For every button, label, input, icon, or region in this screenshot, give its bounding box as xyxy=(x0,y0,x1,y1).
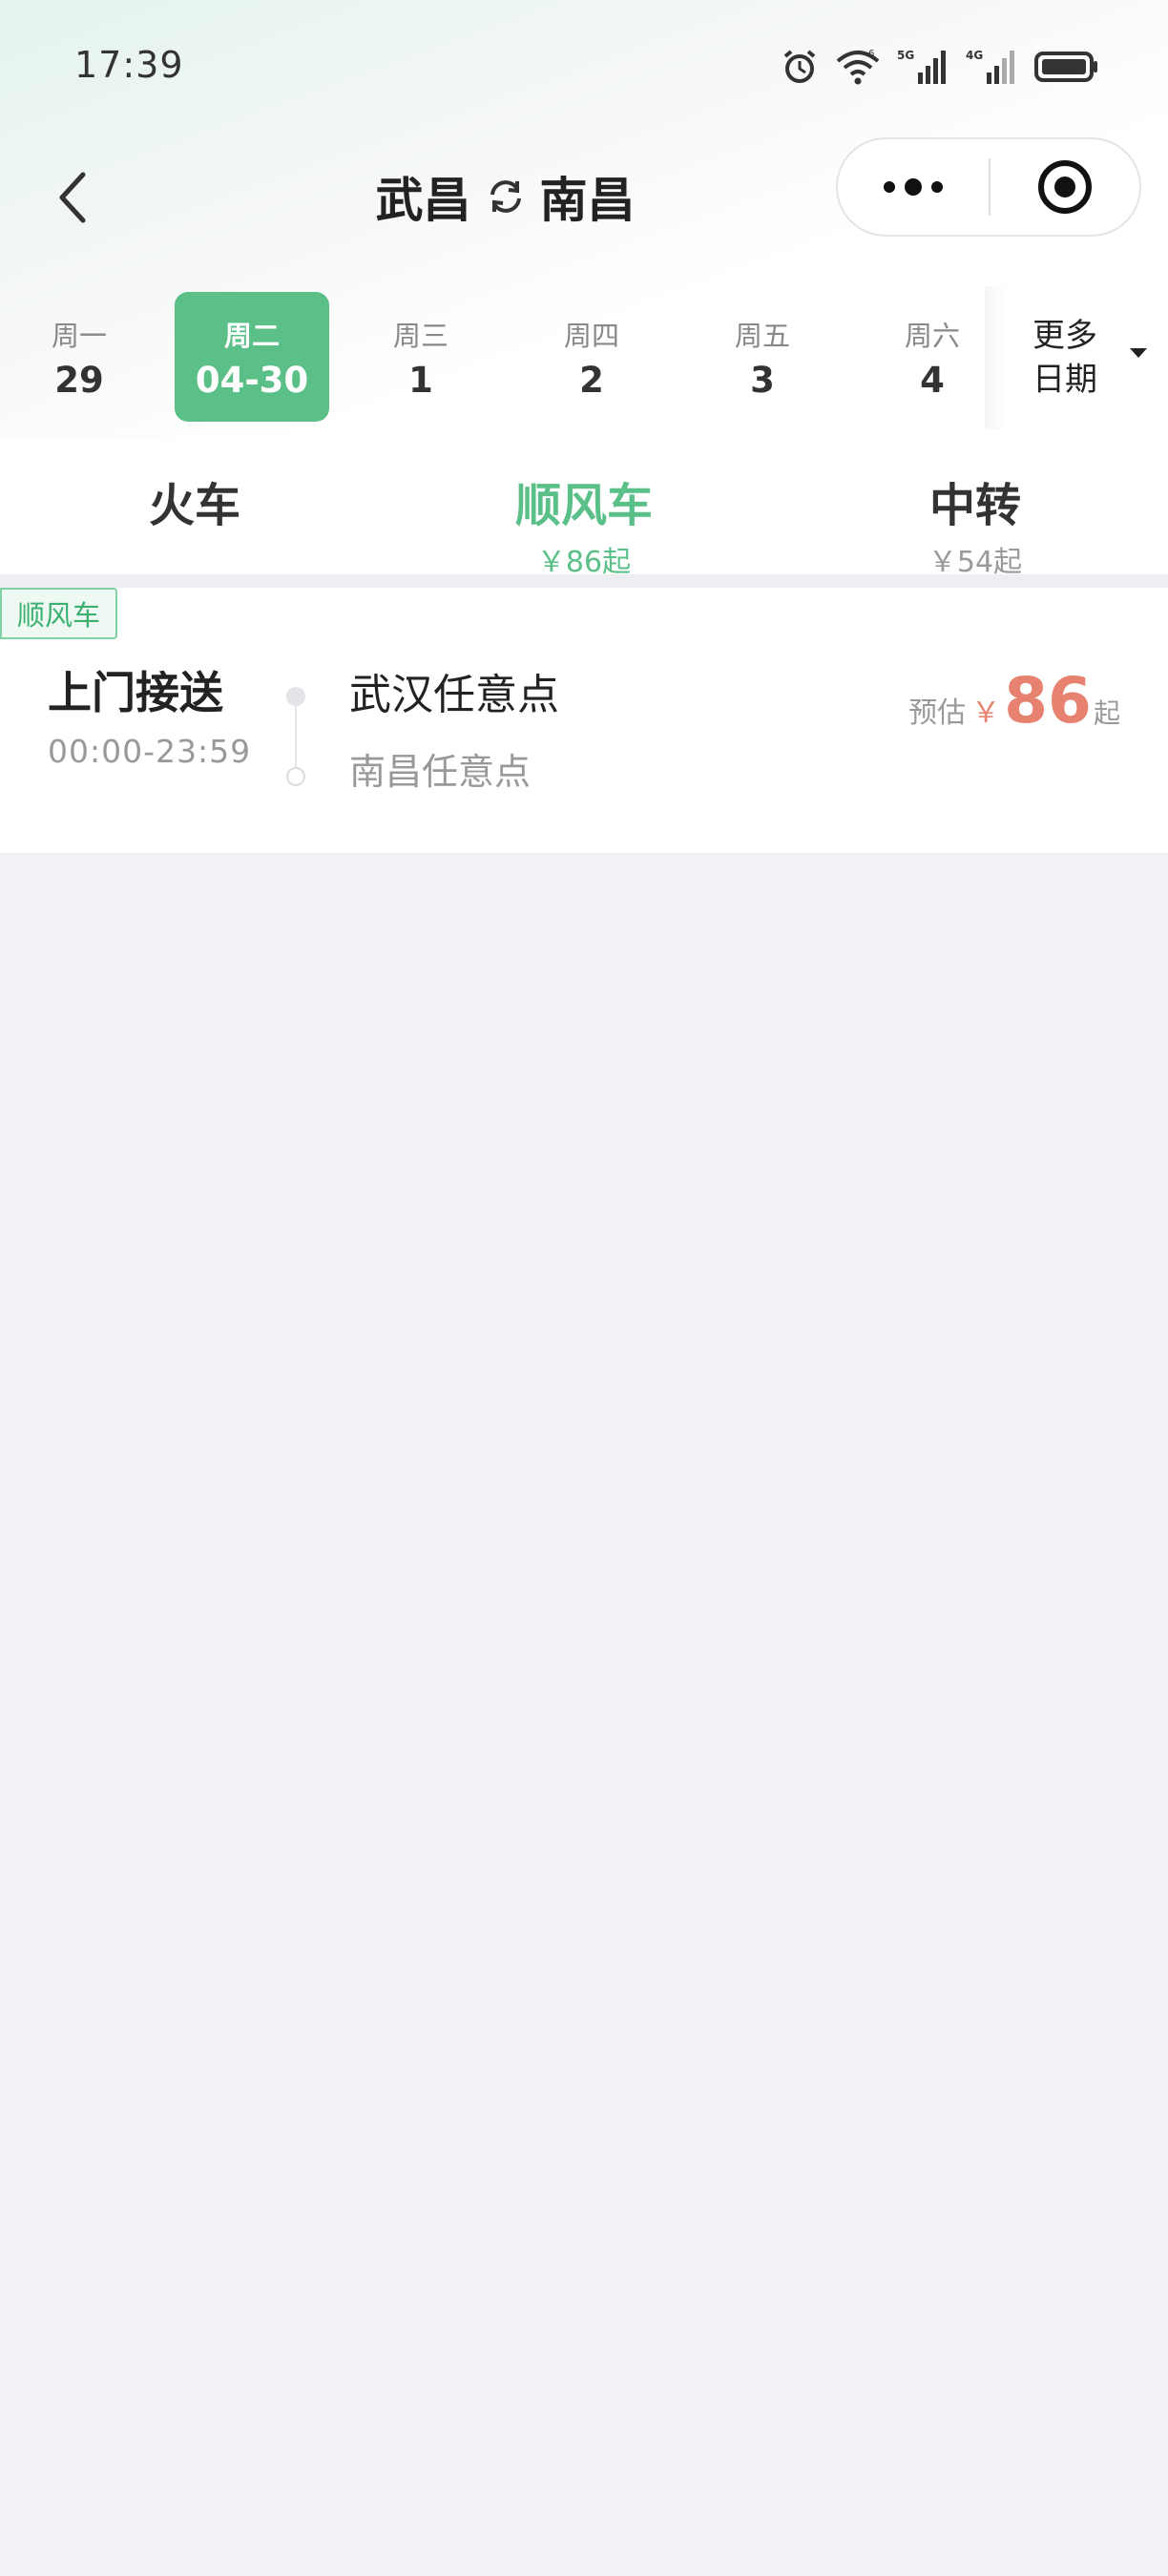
date-item-3[interactable]: 周四 2 xyxy=(514,292,669,422)
route-start-dot xyxy=(286,687,305,706)
sim1-badge: 5G xyxy=(897,49,914,62)
from-city: 武昌 xyxy=(375,173,471,228)
to-city: 南昌 xyxy=(539,173,636,228)
section-separator xyxy=(0,574,1168,588)
date-item-4[interactable]: 周五 3 xyxy=(685,292,840,422)
wifi-icon: 6 xyxy=(836,49,880,85)
price-prefix: 预估 xyxy=(908,696,967,730)
date-day: 04-30 xyxy=(195,359,309,401)
date-item-1[interactable]: 周二 04-30 xyxy=(175,292,329,422)
more-dates-button[interactable]: 更多 日期 xyxy=(985,286,1168,429)
date-weekday: 周五 xyxy=(734,319,790,352)
tab-label: 火车 xyxy=(148,479,240,532)
date-weekday: 周一 xyxy=(51,319,107,352)
route-end-dot xyxy=(286,767,305,786)
wifi-badge: 6 xyxy=(868,49,874,59)
nav-bar: 武昌 南昌 xyxy=(0,134,1168,258)
more-button[interactable] xyxy=(838,139,989,235)
price-value: 86 xyxy=(1004,664,1092,737)
more-dates-label: 更多 日期 xyxy=(1032,314,1118,402)
price-currency: ￥ xyxy=(971,696,1001,730)
date-weekday: 周六 xyxy=(904,319,960,352)
date-weekday: 周四 xyxy=(563,319,619,352)
date-item-0[interactable]: 周一 29 xyxy=(2,292,156,422)
more-dates-line1: 更多 xyxy=(1032,317,1097,355)
signal-5g-icon: 5G xyxy=(897,49,946,84)
tab-label: 顺风车 xyxy=(514,479,653,532)
route-to: 南昌任意点 xyxy=(349,751,532,793)
date-day: 1 xyxy=(408,359,433,401)
more-dots-icon xyxy=(884,178,943,196)
close-miniapp-button[interactable] xyxy=(991,139,1139,235)
date-day: 29 xyxy=(54,359,104,401)
date-day: 3 xyxy=(750,359,775,401)
status-bar: 17:39 6 5G 4G xyxy=(0,0,1168,134)
miniapp-capsule xyxy=(836,137,1141,237)
signal-4g-icon: 4G xyxy=(966,49,1014,84)
route-line xyxy=(295,704,297,769)
tab-train[interactable]: 火车 xyxy=(52,467,338,534)
date-day: 4 xyxy=(920,359,945,401)
caret-down-icon xyxy=(1130,348,1147,358)
transport-tabs: 火车 顺风车 ￥86起 中转 ￥54起 xyxy=(0,439,1168,593)
date-weekday: 周三 xyxy=(392,319,448,352)
tab-transfer[interactable]: 中转 ￥54起 xyxy=(832,467,1118,580)
status-icons: 6 5G 4G xyxy=(781,46,1099,88)
date-item-2[interactable]: 周三 1 xyxy=(344,292,498,422)
carpool-tag: 顺风车 xyxy=(0,588,118,639)
carpool-card[interactable]: 顺风车 上门接送 00:00-23:59 武汉任意点 南昌任意点 预估 ￥ 86… xyxy=(0,588,1168,853)
date-weekday: 周二 xyxy=(223,319,280,352)
estimated-price: 预估 ￥ 86 起 xyxy=(908,670,1120,733)
target-icon xyxy=(1038,160,1092,214)
service-time-range: 00:00-23:59 xyxy=(48,733,252,770)
status-time: 17:39 xyxy=(74,44,184,86)
tab-label: 中转 xyxy=(928,479,1021,532)
alarm-icon xyxy=(783,50,816,83)
sim2-badge: 4G xyxy=(966,49,983,62)
route-from: 武汉任意点 xyxy=(349,671,559,719)
more-dates-line2: 日期 xyxy=(1032,361,1097,399)
swap-icon xyxy=(490,180,521,213)
battery-icon xyxy=(1034,52,1097,82)
date-day: 2 xyxy=(579,359,604,401)
price-suffix: 起 xyxy=(1093,697,1120,729)
service-title: 上门接送 xyxy=(48,667,223,718)
date-selector: 周一 29 周二 04-30 周三 1 周四 2 周五 3 周六 4 更多 日期 xyxy=(0,286,1168,429)
